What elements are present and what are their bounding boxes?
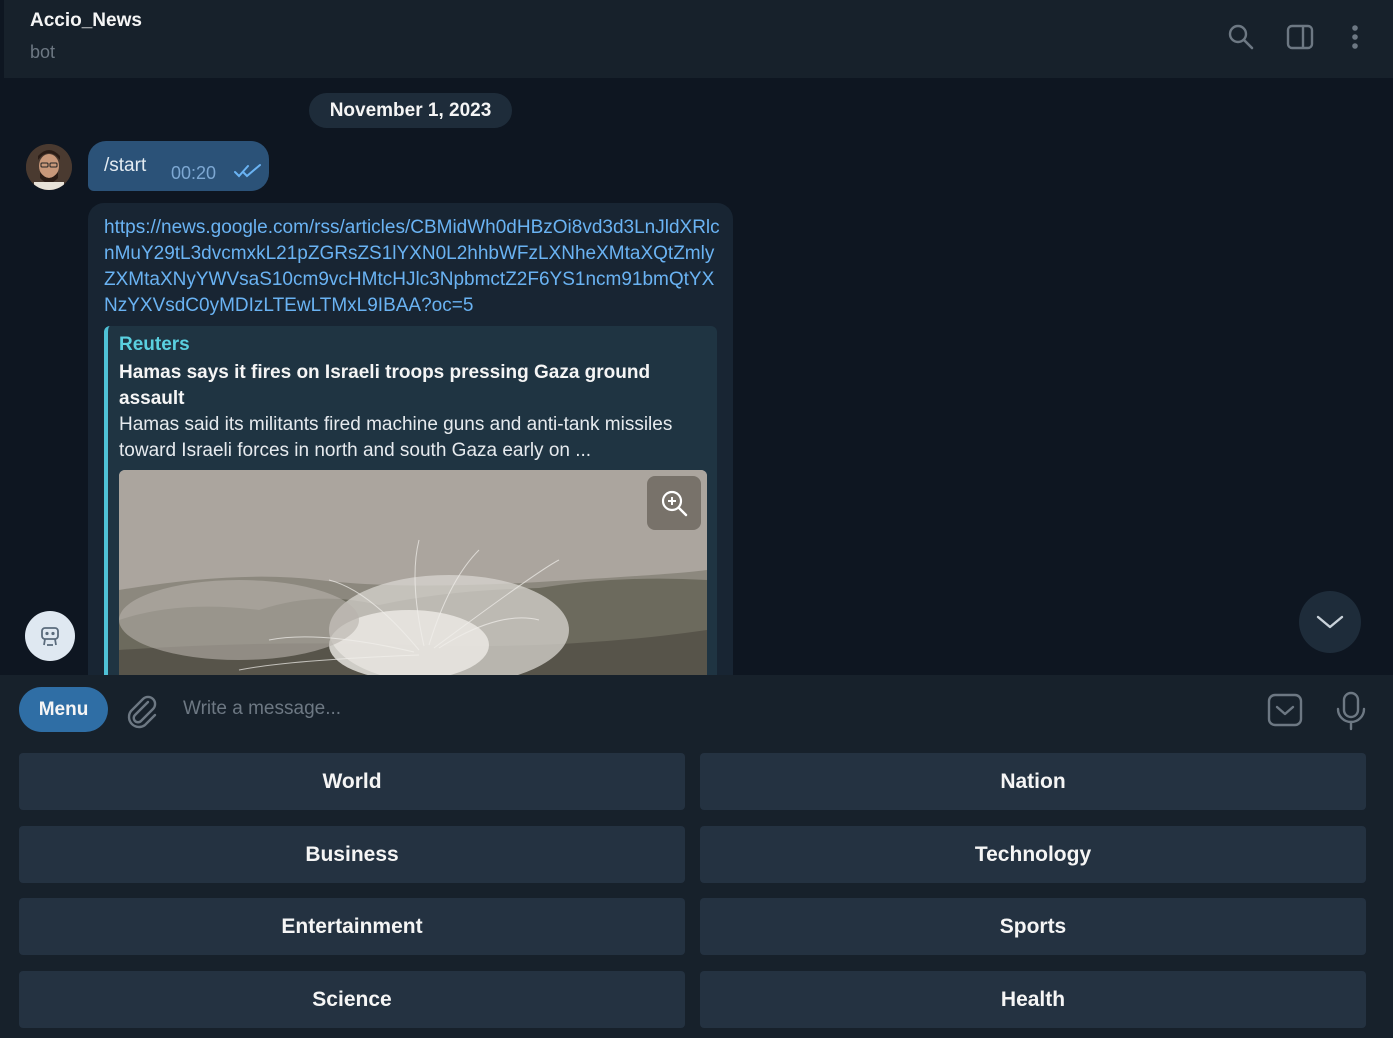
- microphone-icon[interactable]: [1334, 691, 1368, 731]
- message-input[interactable]: [183, 689, 1243, 729]
- search-icon[interactable]: [1226, 22, 1256, 52]
- keyboard-button-world[interactable]: World: [19, 753, 685, 810]
- chat-header[interactable]: Accio_News bot: [0, 0, 1393, 78]
- chat-title[interactable]: Accio_News: [30, 10, 142, 32]
- chevron-down-icon: [1316, 615, 1344, 629]
- preview-source: Reuters: [119, 334, 190, 355]
- preview-headline: Hamas says it fires on Israeli troops pr…: [119, 362, 651, 409]
- outgoing-message[interactable]: /start 00:20: [88, 141, 269, 191]
- preview-description: Hamas said its militants fired machine g…: [119, 414, 673, 461]
- message-time: 00:20: [171, 163, 217, 183]
- keyboard-button-entertainment[interactable]: Entertainment: [19, 898, 685, 955]
- keyboard-button-science[interactable]: Science: [19, 971, 685, 1028]
- date-separator: November 1, 2023: [309, 93, 512, 128]
- keyboard-button-technology[interactable]: Technology: [700, 826, 1366, 883]
- link-preview[interactable]: Reuters Hamas says it fires on Israeli t…: [104, 326, 717, 675]
- keyboard-button-business[interactable]: Business: [19, 826, 685, 883]
- user-avatar[interactable]: [26, 144, 72, 190]
- keyboard-button-nation[interactable]: Nation: [700, 753, 1366, 810]
- preview-image[interactable]: [119, 470, 707, 675]
- double-check-icon: [234, 163, 262, 184]
- sidebar-toggle-icon[interactable]: [1285, 22, 1315, 52]
- keyboard-button-health[interactable]: Health: [700, 971, 1366, 1028]
- robot-icon: [41, 627, 59, 646]
- scroll-down-button[interactable]: [1299, 591, 1361, 653]
- message-list[interactable]: November 1, 2023 /start 00:20 https://ne…: [4, 78, 1393, 675]
- chat-subtitle: bot: [30, 42, 56, 62]
- composer: Menu World Nation Business Technology En…: [0, 675, 1393, 1038]
- attach-icon[interactable]: [124, 693, 160, 729]
- zoom-in-button[interactable]: [647, 476, 701, 530]
- more-vertical-icon[interactable]: [1340, 22, 1370, 52]
- incoming-message[interactable]: https://news.google.com/rss/articles/CBM…: [88, 203, 733, 675]
- keyboard-toggle-icon[interactable]: [1266, 691, 1304, 729]
- article-link[interactable]: https://news.google.com/rss/articles/CBM…: [104, 215, 724, 319]
- bot-avatar[interactable]: [25, 611, 75, 661]
- keyboard-button-sports[interactable]: Sports: [700, 898, 1366, 955]
- message-text: /start: [104, 155, 147, 176]
- zoom-in-icon: [661, 490, 688, 517]
- bot-menu-button[interactable]: Menu: [19, 687, 108, 732]
